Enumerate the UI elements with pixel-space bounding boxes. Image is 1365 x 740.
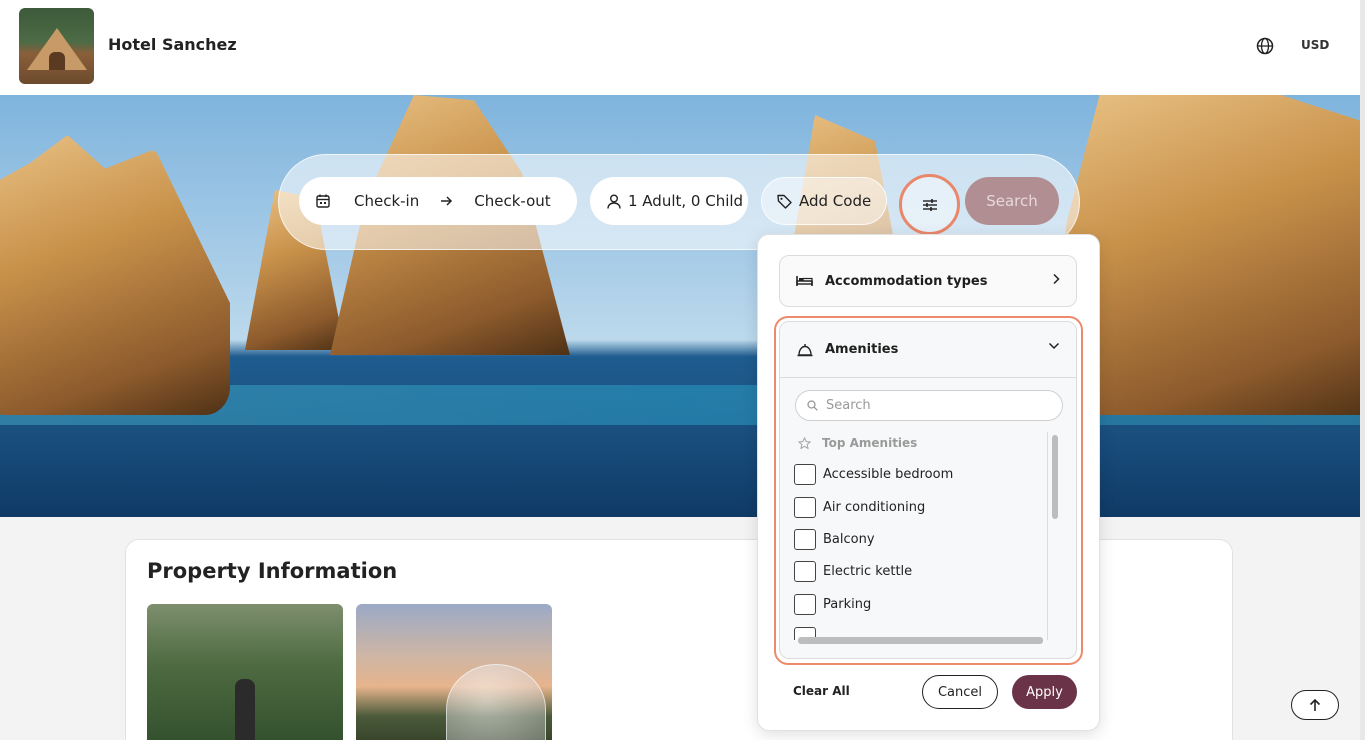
amenity-option[interactable]: Balcony	[794, 528, 875, 550]
amenity-checkbox[interactable]	[794, 560, 816, 582]
amenity-label: Parking	[823, 596, 872, 612]
chevron-right-icon	[1052, 273, 1060, 285]
bed-icon	[796, 275, 813, 287]
arrow-right-icon	[441, 196, 453, 206]
property-info-title: Property Information	[147, 559, 398, 583]
hiker-figure	[235, 679, 255, 740]
amenities-vertical-scrollbar[interactable]	[1052, 435, 1058, 519]
property-photo-forest[interactable]	[147, 604, 343, 740]
amenity-label: Balcony	[823, 531, 875, 547]
date-range-picker[interactable]: Check-in Check-out	[299, 177, 577, 225]
accommodation-types-row[interactable]: Accommodation types	[779, 255, 1077, 307]
top-amenities-label: Top Amenities	[822, 436, 918, 450]
person-icon	[607, 194, 621, 209]
page-scrollbar[interactable]	[1360, 0, 1365, 740]
clear-all-button[interactable]: Clear All	[793, 684, 850, 698]
amenity-option[interactable]: Electric kettle	[794, 560, 912, 582]
amenities-list: Top Amenities Accessible bedroom Air con…	[780, 432, 1048, 640]
amenities-search[interactable]	[795, 390, 1063, 421]
amenities-label: Amenities	[825, 342, 899, 357]
star-icon	[798, 436, 811, 450]
bell-icon	[797, 343, 813, 357]
currency-selector[interactable]: USD	[1301, 38, 1329, 52]
globe-icon[interactable]	[1256, 37, 1274, 55]
cancel-button[interactable]: Cancel	[922, 675, 998, 709]
amenities-search-input[interactable]	[826, 398, 1046, 413]
amenity-checkbox[interactable]	[794, 593, 816, 615]
checkout-label[interactable]: Check-out	[474, 192, 550, 210]
site-header: Hotel Sanchez USD	[0, 0, 1360, 95]
amenity-option[interactable]: Air conditioning	[794, 496, 925, 518]
promo-code-button[interactable]: Add Code	[761, 177, 887, 225]
search-icon	[807, 400, 818, 411]
sliders-icon	[922, 198, 938, 212]
amenity-label: Accessible bedroom	[823, 466, 954, 482]
hotel-logo[interactable]	[19, 8, 94, 84]
hotel-name[interactable]: Hotel Sanchez	[108, 35, 237, 54]
rock-formation	[0, 135, 230, 415]
amenity-checkbox[interactable]	[794, 496, 816, 518]
accommodation-types-label: Accommodation types	[825, 273, 988, 289]
top-amenities-heading: Top Amenities	[798, 436, 917, 450]
add-code-label: Add Code	[799, 192, 872, 210]
checkin-label[interactable]: Check-in	[354, 192, 419, 210]
property-photo-dome[interactable]	[356, 604, 552, 740]
amenity-option[interactable]: Accessible bedroom	[794, 463, 953, 485]
tent-door	[49, 52, 65, 70]
amenity-label: Electric kettle	[823, 563, 913, 579]
chevron-down-icon	[1048, 342, 1060, 350]
amenities-header[interactable]: Amenities	[780, 322, 1076, 378]
scroll-to-top-button[interactable]	[1291, 690, 1339, 720]
tag-icon	[777, 194, 792, 209]
apply-button[interactable]: Apply	[1012, 675, 1077, 709]
amenity-option[interactable]: Parking	[794, 593, 871, 615]
filters-button[interactable]	[899, 174, 960, 235]
amenities-section: Amenities Top Amenities Accessible bedro…	[779, 321, 1077, 659]
dome-tent	[446, 664, 546, 740]
amenities-horizontal-scrollbar[interactable]	[798, 637, 1043, 644]
amenity-label: Air conditioning	[823, 499, 926, 515]
calendar-icon	[316, 194, 330, 208]
guests-selector[interactable]: 1 Adult, 0 Child	[590, 177, 748, 225]
amenity-checkbox[interactable]	[794, 463, 816, 485]
amenity-checkbox[interactable]	[794, 528, 816, 550]
arrow-up-icon	[1309, 698, 1321, 712]
search-button[interactable]: Search	[965, 177, 1059, 225]
guests-label: 1 Adult, 0 Child	[628, 192, 744, 210]
